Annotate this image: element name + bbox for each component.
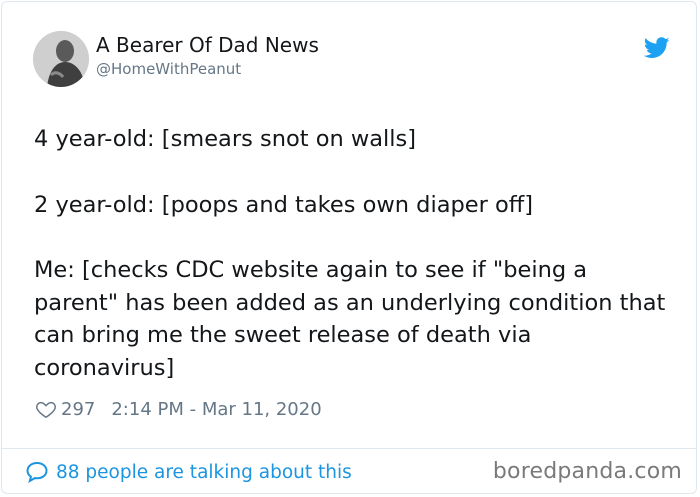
tweet-paragraph: Me: [checks CDC website again to see if … bbox=[34, 257, 666, 381]
author-handle[interactable]: @HomeWithPeanut bbox=[96, 60, 241, 78]
like-count[interactable]: 297 bbox=[61, 399, 95, 420]
divider bbox=[2, 448, 696, 449]
avatar[interactable] bbox=[33, 31, 89, 87]
twitter-bird-icon[interactable] bbox=[644, 37, 670, 59]
tweet-meta: 297 2:14 PM - Mar 11, 2020 bbox=[35, 398, 322, 420]
author-name[interactable]: A Bearer Of Dad News bbox=[96, 33, 319, 57]
tweet-text: 4 year-old: [smears snot on walls] 2 yea… bbox=[34, 123, 674, 384]
talking-link-label: 88 people are talking about this bbox=[56, 461, 352, 483]
heart-icon[interactable] bbox=[35, 398, 57, 420]
tweet-paragraph: 2 year-old: [poops and takes own diaper … bbox=[34, 191, 534, 218]
watermark: boredpanda.com bbox=[492, 459, 682, 484]
tweet-timestamp[interactable]: 2:14 PM - Mar 11, 2020 bbox=[111, 399, 321, 420]
talking-link[interactable]: 88 people are talking about this bbox=[25, 460, 352, 484]
tweet-card: A Bearer Of Dad News @HomeWithPeanut 4 y… bbox=[1, 1, 697, 494]
tweet-paragraph: 4 year-old: [smears snot on walls] bbox=[34, 126, 417, 152]
speech-bubble-icon bbox=[26, 461, 48, 484]
avatar-photo-icon bbox=[33, 31, 89, 87]
